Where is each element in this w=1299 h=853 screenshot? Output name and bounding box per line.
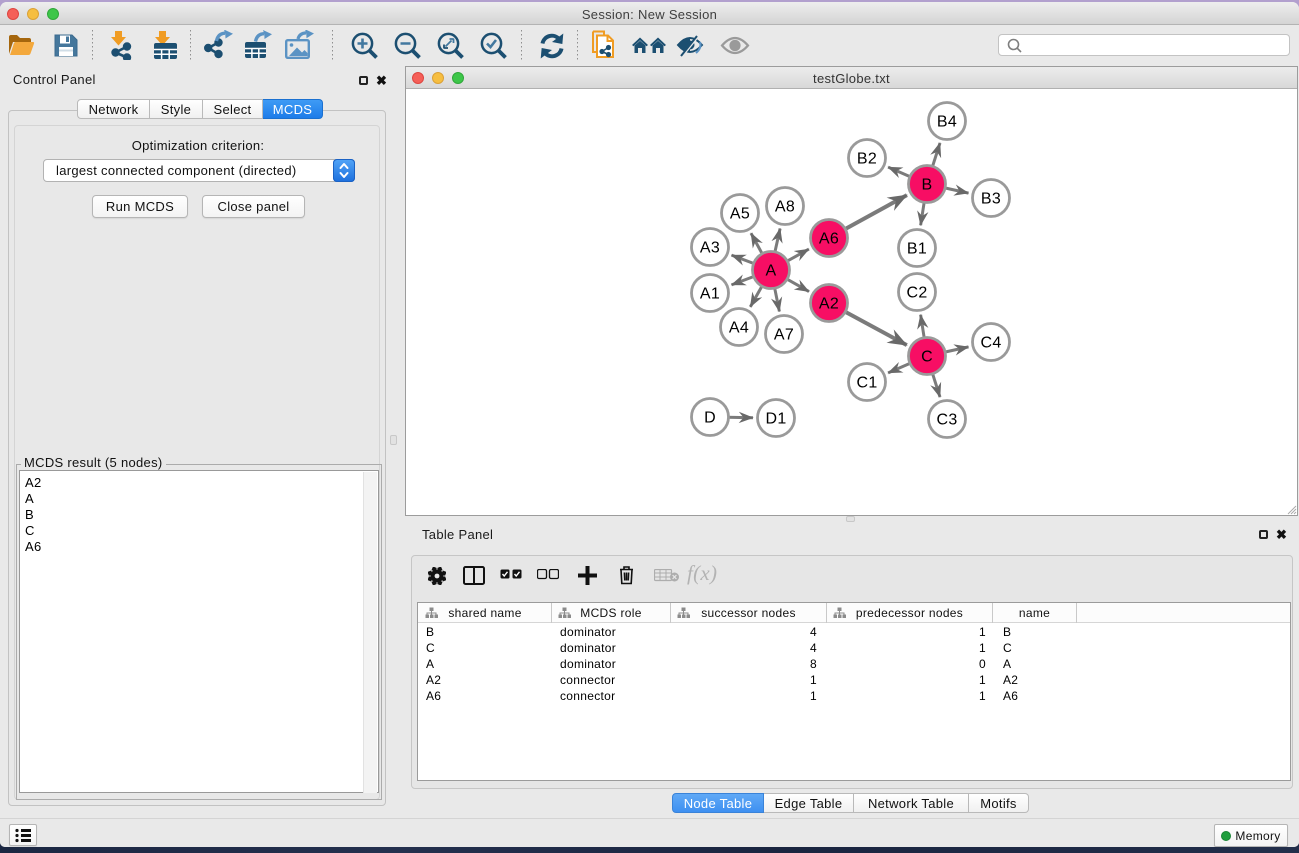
svg-text:A1: A1 (700, 286, 720, 303)
svg-text:C1: C1 (856, 375, 877, 392)
svg-text:A4: A4 (729, 320, 749, 337)
svg-text:A6: A6 (819, 231, 839, 248)
svg-text:C3: C3 (936, 412, 957, 429)
svg-text:A8: A8 (775, 199, 795, 216)
svg-text:A7: A7 (774, 327, 794, 344)
svg-text:C2: C2 (906, 285, 927, 302)
svg-text:A: A (766, 263, 777, 280)
svg-text:D: D (704, 410, 716, 427)
svg-text:B3: B3 (981, 191, 1001, 208)
svg-text:B1: B1 (907, 241, 927, 258)
svg-text:A5: A5 (730, 206, 750, 223)
svg-text:C4: C4 (980, 335, 1001, 352)
svg-text:B: B (922, 177, 933, 194)
svg-text:B4: B4 (937, 114, 957, 131)
svg-text:A2: A2 (819, 296, 839, 313)
svg-text:A3: A3 (700, 240, 720, 257)
svg-text:D1: D1 (765, 411, 786, 428)
svg-text:C: C (921, 349, 933, 366)
svg-text:B2: B2 (857, 151, 877, 168)
